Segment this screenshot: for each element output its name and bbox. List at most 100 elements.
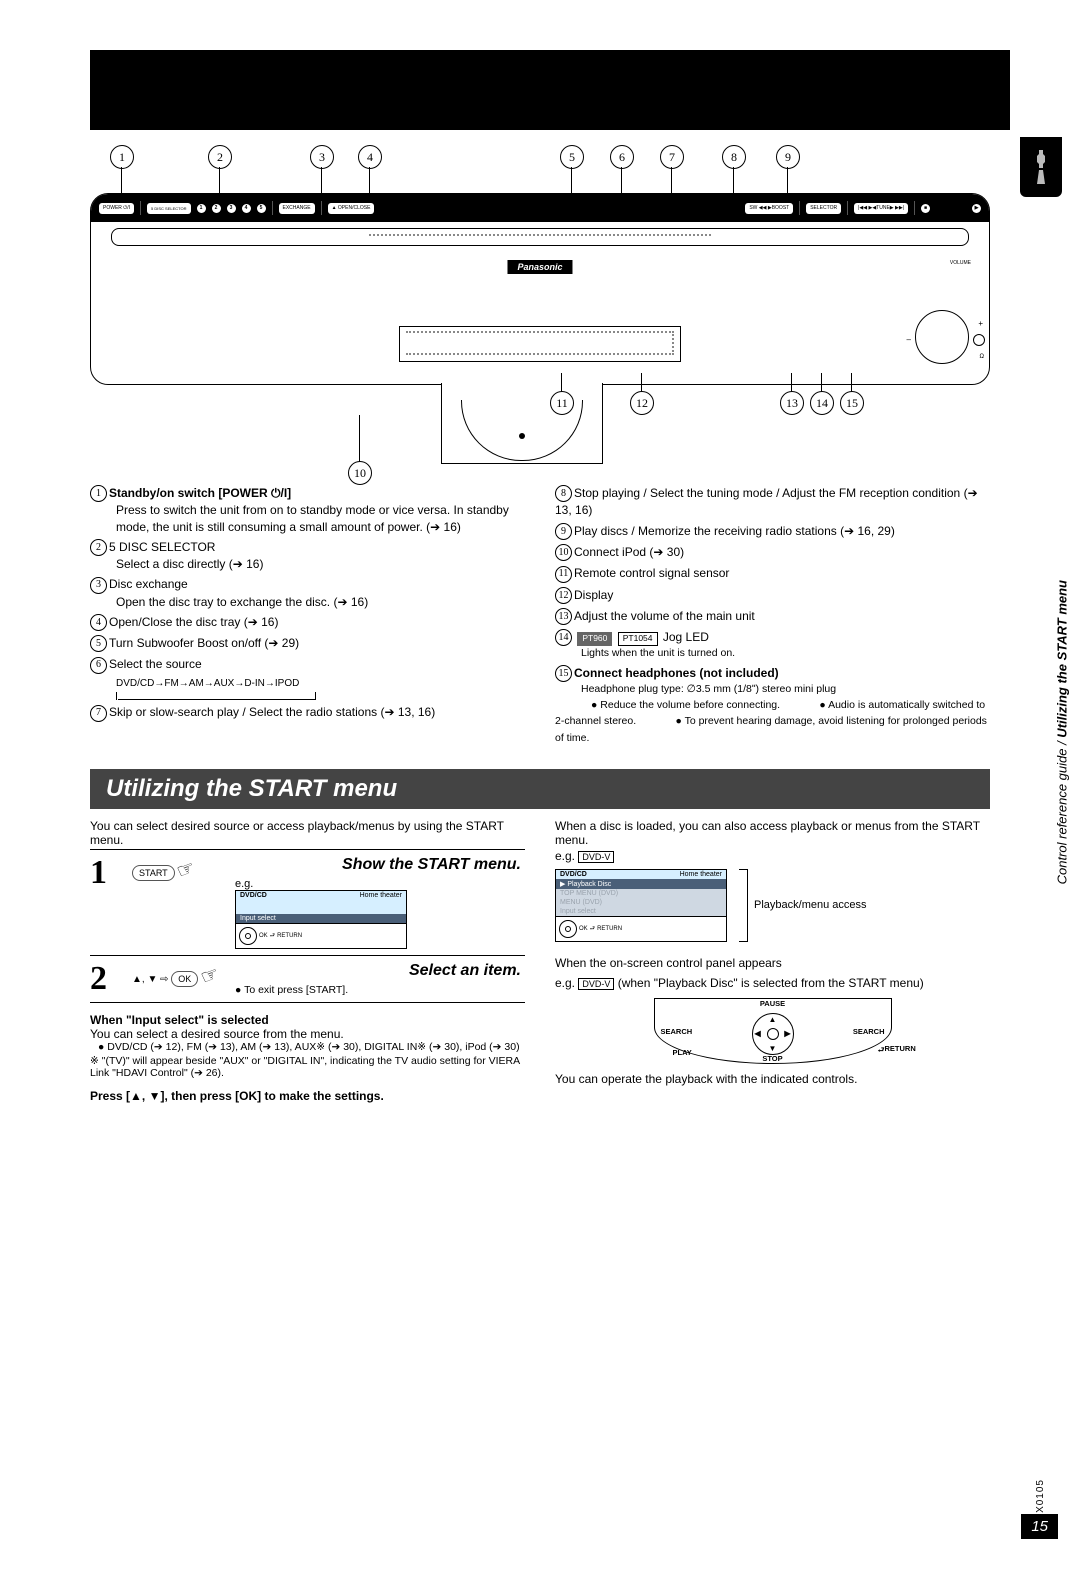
callout-2: 2 [208,145,232,169]
ref-title-5: Turn Subwoofer Boost on/off (➔ 29) [109,636,299,650]
osd2-header-r: Home theater [641,870,726,879]
callout-1: 1 [110,145,134,169]
source-chain: DVD/CD→FM→AM→AUX→D-IN→IPOD [90,678,299,689]
disc-3-button[interactable]: 3 [227,204,236,213]
dvd-v-tag-2: DVD-V [578,978,614,990]
step-1-number: 1 [90,850,128,955]
osd1-ok: OK [259,933,268,939]
sidebar-thin: Control reference guide / [1054,738,1069,885]
header-black-bar [90,50,1010,130]
playback-control-diagram: PAUSE SEARCH SEARCH PLAY STOP ⮐ RETURN ▲… [654,998,892,1064]
ref-title-8: Stop playing / Select the tuning mode / … [555,486,978,517]
callout-4: 4 [358,145,382,169]
input-select-note: ※ "(TV)" will appear beside "AUX" or "DI… [90,1055,525,1079]
stop-button[interactable]: ■ [921,204,930,213]
selector-button[interactable]: SELECTOR [806,203,841,214]
volume-minus-label: – [907,335,911,344]
volume-plus-label: + [978,319,983,328]
ref-title-10: Connect iPod (➔ 30) [574,545,684,559]
sidebar-bold: Utilizing the START menu [1054,580,1069,738]
ref-num-6: 6 [90,657,107,674]
step-1: 1 START ☞ Show the START menu. e.g. DVD/… [90,849,525,956]
osd2-return: RETURN [597,926,622,932]
step-1-osd: DVD/CDHome theater Input select OK ⮐RETU… [235,890,407,949]
ref-title-2: 5 DISC SELECTOR [109,540,215,554]
ref-num-1: 1 [90,485,107,502]
callout-10: 10 [348,461,372,485]
open-close-button[interactable]: ▲ OPEN/CLOSE [328,203,375,214]
disc-selector-label: 5 DISC SELECTOR [147,203,191,214]
headphone-label: Ω [980,354,985,360]
step-2: 2 ▲, ▼ ⇨ OK ☞ Select an item. ● To exit … [90,956,525,1003]
device-button-row: POWER ⏻/I 5 DISC SELECTOR 1 2 3 4 5 EXCH… [91,194,989,222]
disc-4-button[interactable]: 4 [242,204,251,213]
bracket-label: Playback/menu access [754,899,867,911]
ref-title-12: Display [574,588,613,602]
hand-pointer-icon: ☞ [175,857,199,882]
headphone-jack[interactable] [973,334,985,346]
ref-num-10: 10 [555,544,572,561]
tune-button[interactable]: |◀◀ ▶◀TUNE▶ ▶▶| [854,203,908,214]
section-title: Utilizing the START menu [90,769,990,809]
disc-1-button[interactable]: 1 [197,204,206,213]
sidebar-section-label: Control reference guide / Utilizing the … [1054,580,1069,884]
ref-num-4: 4 [90,614,107,631]
ref-body-1: Press to switch the unit from on to stan… [90,502,525,534]
left-col: 1Standby/on switch [POWER ⏻/I] Press to … [90,485,525,745]
callout-7: 7 [660,145,684,169]
callout-13: 13 [780,391,804,415]
callout-15: 15 [840,391,864,415]
input-select-heading: When "Input select" is selected [90,1013,525,1027]
volume-knob[interactable] [915,310,969,364]
bottom-callouts: 10 11 12 13 14 15 [90,383,990,443]
intro-left: You can select desired source or access … [90,819,525,847]
ref-title-7: Skip or slow-search play / Select the ra… [109,705,435,719]
ref-num-5: 5 [90,635,107,652]
right-col: 8Stop playing / Select the tuning mode /… [555,485,990,745]
loop-arrow-icon [116,690,316,700]
step-1-eg: e.g. [235,878,521,890]
disc-5-button[interactable]: 5 [257,204,266,213]
ref-body-14: Lights when the unit is turned on. [555,646,990,660]
dvd-v-tag: DVD-V [578,851,614,863]
disc-slot [111,228,969,246]
step-1-icon: START ☞ [128,850,231,955]
input-select-section: When "Input select" is selected You can … [90,1013,525,1103]
ctrl-dpad-icon: ▲ ▼ ◀ ▶ [752,1013,794,1055]
ref-title-14: Jog LED [663,630,709,644]
callout-6: 6 [610,145,634,169]
arrow-keys-icon: ▲, ▼ ⇨ [132,974,169,985]
ref-body-15: Headphone plug type: ∅3.5 mm (1/8ʺ) ster… [555,682,990,696]
callout-12: 12 [630,391,654,415]
ctrl-play: PLAY [673,1048,692,1057]
model-tag-pt960: PT960 [577,632,612,645]
display-window [399,326,681,362]
hand-pointer-icon: ☞ [198,963,222,988]
device-front-panel: POWER ⏻/I 5 DISC SELECTOR 1 2 3 4 5 EXCH… [90,193,990,385]
disc-2-button[interactable]: 2 [212,204,221,213]
step-1-title: Show the START menu. [235,856,521,874]
ctrl-search-l: SEARCH [661,1027,693,1036]
right-osd: DVD/CDHome theater ▶ Playback Disc TOP M… [555,869,727,942]
right-after-ctrl: You can operate the playback with the in… [555,1072,990,1086]
ctrl-search-r: SEARCH [853,1027,885,1036]
osd2-header-l: DVD/CD [556,870,641,879]
ref-body-3: Open the disc tray to exchange the disc.… [90,594,525,610]
maintenance-icon [1020,137,1062,197]
exchange-button[interactable]: EXCHANGE [279,203,315,214]
osd1-header-r: Home theater [321,891,406,900]
power-button[interactable]: POWER ⏻/I [99,203,134,214]
play-button[interactable]: ▶ [972,204,981,213]
ref-num-11: 11 [555,566,572,583]
ctrl-stop: STOP [762,1054,782,1063]
osd2-r1: ▶ Playback Disc [556,879,726,889]
input-select-press: Press [▲, ▼], then press [OK] to make th… [90,1089,525,1103]
ref-body-2: Select a disc directly (➔ 16) [90,556,525,572]
ok-button-icon: OK [171,971,198,987]
sw-boost-button[interactable]: SW ◀◀ ▶BOOST [745,203,793,214]
ctrl-return: ⮐ RETURN [878,1044,885,1057]
step-2-title: Select an item. [235,962,521,980]
bracket-icon [739,869,748,942]
ref-num-12: 12 [555,587,572,604]
reference-description: 1Standby/on switch [POWER ⏻/I] Press to … [90,485,990,745]
